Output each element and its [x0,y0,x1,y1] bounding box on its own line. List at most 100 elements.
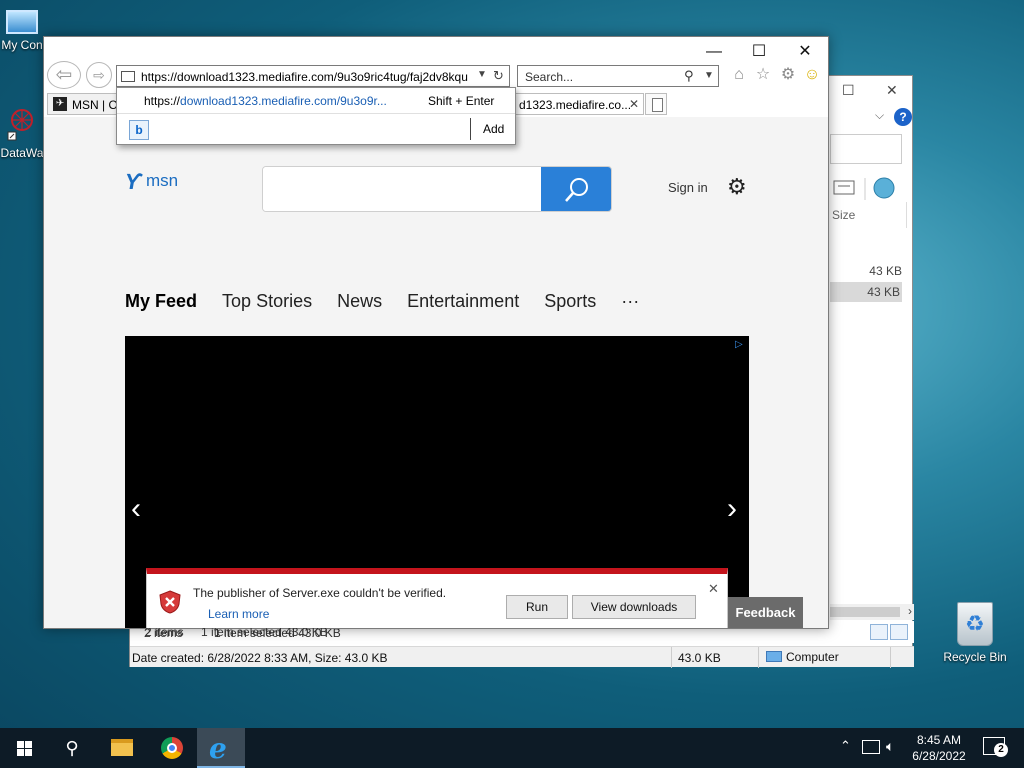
page-icon [121,71,135,82]
bing-icon[interactable]: b [129,120,149,140]
smiley-feedback-icon[interactable]: ☺ [802,65,822,85]
page-content: ϒmsn Sign in ⚙ My Feed Top Stories News … [44,117,828,628]
msn-search-box [262,166,612,212]
chevron-down-icon[interactable]: ▼ [704,70,714,81]
gear-icon[interactable]: ⚙ [778,65,798,85]
sign-in-link[interactable]: Sign in [668,180,708,195]
internet-explorer-window: — ☐ ✕ ⇦ ⇨ https://download1323.mediafire… [43,36,829,629]
status-details: Date created: 6/28/2022 8:33 AM, Size: 4… [132,651,388,665]
msn-favicon-icon: ✈ [53,97,67,111]
chevron-up-icon[interactable]: ⌃ [840,738,851,768]
volume-icon[interactable]: 🔈︎ [886,738,894,768]
tab-label: MSN | O [72,98,118,112]
ie-icon: e [209,732,227,765]
desktop-icon-my-computer[interactable]: My Con [0,10,44,52]
close-icon[interactable]: ✕ [886,82,898,99]
msn-search-button[interactable] [541,167,611,211]
help-icon[interactable]: ? [894,108,912,126]
details-view-icon[interactable] [870,624,888,640]
carousel-next-button[interactable]: › [727,492,737,526]
large-icons-view-icon[interactable] [890,624,908,640]
address-bar[interactable]: https://download1323.mediafire.com/9u3o9… [116,65,510,87]
desktop-icon-recycle-bin[interactable]: Recycle Bin [940,602,1010,664]
taskbar-internet-explorer[interactable]: e [197,728,245,768]
refresh-icon[interactable]: ↻ [493,68,504,84]
tab-mediafire[interactable]: d1323.mediafire.co... ✕ [514,93,644,115]
maximize-button[interactable]: ☐ [744,43,774,61]
home-icon[interactable]: ⌂ [729,65,749,85]
chevron-down-icon[interactable]: ▼ [477,69,487,80]
tab-my-feed[interactable]: My Feed [125,291,197,312]
explorer-search-input[interactable] [830,134,902,164]
download-notification-bar: The publisher of Server.exe couldn't be … [146,568,728,628]
search-icon[interactable]: ⚲ [684,68,694,84]
warning-shield-icon [159,590,181,614]
settings-gear-icon[interactable]: ⚙ [727,174,747,200]
table-row-selected[interactable]: 43 KB [830,282,902,302]
notification-center-icon[interactable]: 2 [983,737,1008,757]
desktop-icon-label: My Con [1,38,43,52]
desktop-icon-label: Recycle Bin [943,650,1007,664]
download-warning-message: The publisher of Server.exe couldn't be … [193,586,447,600]
close-tab-icon[interactable]: ✕ [629,97,639,111]
tab-msn[interactable]: ✈ MSN | O [47,93,127,115]
learn-more-link[interactable]: Learn more [208,607,269,621]
taskbar-chrome[interactable] [148,728,196,768]
close-icon[interactable]: ✕ [708,581,719,597]
horizontal-scrollbar[interactable]: › [830,604,914,620]
msn-logo[interactable]: ϒmsn [123,169,178,195]
column-header-size[interactable]: Size [832,208,855,222]
scrollbar-thumb[interactable] [830,607,900,617]
tab-news[interactable]: News [337,291,382,312]
clock-time: 8:45 AM [916,733,962,747]
computer-icon [766,651,782,662]
back-button[interactable]: ⇦ [47,61,81,89]
table-row[interactable]: 43 KB [832,264,902,278]
notification-count-badge: 2 [994,743,1008,757]
close-button[interactable]: ✕ [790,43,820,61]
run-button[interactable]: Run [506,595,568,619]
datawa-icon [6,108,38,142]
taskbar-file-explorer[interactable] [98,728,146,768]
shell-icon [873,177,895,199]
taskbar-search-icon[interactable]: ⚲ [48,728,96,768]
forward-button[interactable]: ⇨ [86,62,112,88]
search-input[interactable]: Search... ⚲ ▼ [517,65,719,87]
properties-icon [833,180,855,195]
network-icon[interactable] [862,740,880,754]
view-toggle [868,624,912,642]
new-tab-button[interactable] [645,93,667,115]
msn-search-input[interactable] [263,167,541,211]
folder-icon [111,739,133,756]
carousel-prev-button[interactable]: ‹ [131,492,141,526]
desktop-icon-datawa[interactable]: DataWa [0,108,44,160]
chevron-right-icon[interactable]: › [908,604,912,618]
tab-label: d1323.mediafire.co... [519,98,632,112]
details-pane-status: Date created: 6/28/2022 8:33 AM, Size: 4… [130,646,914,668]
start-button[interactable] [0,728,48,768]
favorites-star-icon[interactable]: ☆ [753,65,773,85]
file-size: 43 KB [867,285,900,299]
chrome-icon [161,737,183,759]
taskbar: ⚲ e ⌃ 🔈︎ 8:45 AM 6/28/2022 2 [0,728,1024,768]
search-icon [565,178,588,202]
tab-top-stories[interactable]: Top Stories [222,291,312,312]
address-suggestion-dropdown: https://download1323.mediafire.com/9u3o9… [116,87,516,145]
minimize-button[interactable]: — [699,43,729,61]
tab-sports[interactable]: Sports [544,291,596,312]
chevron-down-icon[interactable]: ⌵ [875,108,884,123]
shortcut-hint: Shift + Enter [428,94,495,108]
taskbar-clock[interactable]: 8:45 AM 6/28/2022 [908,732,970,764]
ad-choices-icon[interactable]: ▷ [735,339,743,350]
clock-date: 6/28/2022 [912,749,966,763]
add-search-provider-button[interactable]: Add [483,122,504,136]
feedback-button[interactable]: Feedback [728,597,803,628]
search-placeholder: Search... [525,70,574,84]
tab-entertainment[interactable]: Entertainment [407,291,519,312]
file-size: 43 KB [869,264,902,278]
more-options-icon[interactable]: ··· [621,291,639,312]
view-downloads-button[interactable]: View downloads [572,595,696,619]
suggestion-item[interactable]: https://download1323.mediafire.com/9u3o9… [117,88,515,114]
maximize-icon[interactable]: ☐ [842,82,855,99]
address-url[interactable]: https://download1323.mediafire.com/9u3o9… [141,70,473,84]
